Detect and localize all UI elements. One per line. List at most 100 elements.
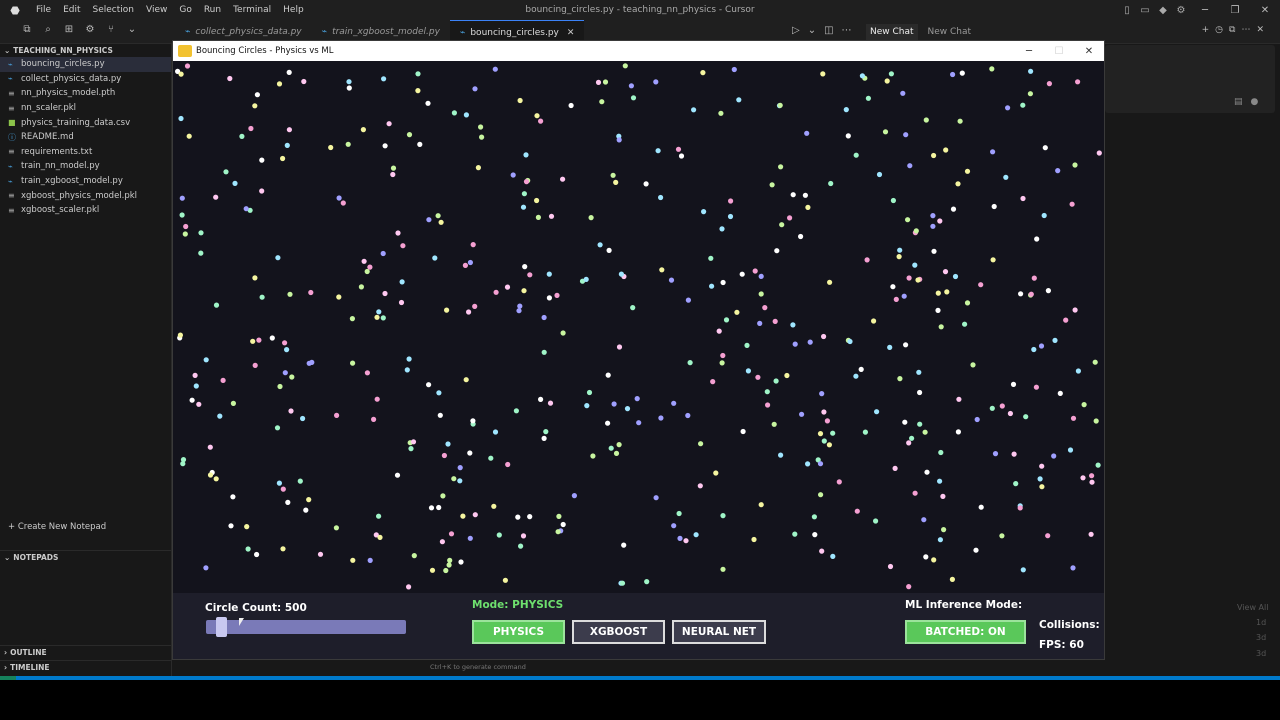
circle-count-slider[interactable]	[206, 620, 406, 634]
simulation-canvas[interactable]	[173, 61, 1104, 593]
explorer-sidebar: ⌄ TEACHING_NN_PHYSICS ⌁ bouncing_circles.…	[0, 44, 172, 676]
maximize-button[interactable]: ❐	[1220, 5, 1250, 16]
bouncing-circle	[1075, 368, 1081, 374]
close-icon[interactable]: ✕	[567, 28, 575, 38]
bouncing-circle	[374, 396, 380, 402]
timeline-section[interactable]: › TIMELINE	[0, 660, 172, 674]
source-control-icon[interactable]: ⑂	[104, 24, 118, 35]
run-icon[interactable]: ▷	[792, 25, 800, 36]
bouncing-circle	[555, 529, 561, 535]
chevron-down-icon[interactable]: ⌄	[125, 24, 139, 35]
split-editor-icon[interactable]: ◫	[824, 25, 833, 36]
file-item[interactable]: ⌁ train_xgboost_model.py	[0, 174, 171, 189]
bouncing-circle	[922, 429, 928, 435]
menu-go[interactable]: Go	[173, 5, 197, 15]
file-item[interactable]: ⓘ README.md	[0, 130, 171, 145]
bouncing-circle	[239, 133, 245, 139]
bouncing-circle	[248, 125, 254, 132]
bouncing-circle	[821, 438, 827, 444]
run-toolbar: ▷ ⌄ ◫ ⋯	[792, 25, 852, 36]
bouncing-circle	[999, 533, 1005, 539]
bouncing-circle	[386, 121, 392, 127]
tab-new-chat-active[interactable]: New Chat	[866, 24, 918, 40]
bouncing-circle	[513, 408, 519, 414]
bouncing-circle	[515, 514, 521, 520]
tab-new-chat[interactable]: New Chat	[928, 27, 972, 37]
bouncing-circle	[254, 551, 260, 558]
menu-help[interactable]: Help	[277, 5, 310, 15]
gear-icon[interactable]: ⚙	[83, 24, 97, 35]
bouncing-circle	[1093, 418, 1099, 424]
file-item[interactable]: ≡ requirements.txt	[0, 145, 171, 160]
toggle-sidebar-icon[interactable]: ▯	[1118, 5, 1136, 16]
file-item[interactable]: ⌁ collect_physics_data.py	[0, 72, 171, 87]
bouncing-circle	[435, 213, 441, 219]
create-new-notepad[interactable]: + Create New Notepad	[8, 522, 106, 532]
project-header[interactable]: ⌄ TEACHING_NN_PHYSICS	[0, 44, 171, 57]
bouncing-circle	[458, 559, 464, 565]
file-item[interactable]: ⌁ bouncing_circles.py	[0, 57, 171, 72]
python-icon: ⌁	[8, 59, 13, 69]
bouncing-circle	[274, 425, 281, 431]
minimize-button[interactable]: ─	[1190, 5, 1220, 16]
bouncing-circle	[220, 377, 226, 383]
history-icon[interactable]: ◷	[1215, 25, 1223, 35]
file-item[interactable]: ≡ nn_scaler.pkl	[0, 101, 171, 116]
create-notepad-label: Create New Notepad	[17, 522, 107, 532]
menu-selection[interactable]: Selection	[87, 5, 140, 15]
bouncing-circle	[374, 314, 380, 320]
bouncing-circle	[380, 315, 386, 321]
slider-handle[interactable]	[215, 617, 227, 637]
file-item[interactable]: ■ physics_training_data.csv	[0, 115, 171, 130]
menu-file[interactable]: File	[30, 5, 57, 15]
toggle-panel-icon[interactable]: ▭	[1136, 5, 1154, 16]
copy-icon[interactable]: ⧉	[1229, 25, 1235, 35]
close-icon[interactable]: ✕	[1256, 25, 1264, 35]
more-icon[interactable]: ⋯	[842, 25, 852, 36]
explorer-icon[interactable]: ⧉	[20, 24, 34, 35]
close-button[interactable]: ✕	[1250, 5, 1280, 16]
minimize-button[interactable]: ─	[1014, 46, 1044, 57]
python-icon: ⌁	[8, 161, 13, 171]
neural-net-button[interactable]: NEURAL NET	[672, 620, 766, 644]
bouncing-circle	[853, 373, 859, 379]
outline-section[interactable]: › OUTLINE	[0, 645, 172, 659]
file-item[interactable]: ≡ xgboost_physics_model.pkl	[0, 188, 171, 203]
menu-run[interactable]: Run	[198, 5, 227, 15]
menu-view[interactable]: View	[140, 5, 173, 15]
bouncing-circle	[819, 548, 825, 554]
xgboost-button[interactable]: XGBOOST	[572, 620, 665, 644]
batched-toggle-button[interactable]: BATCHED: ON	[905, 620, 1026, 644]
send-icon[interactable]: ●	[1251, 97, 1259, 107]
bouncing-circle	[275, 255, 281, 261]
view-all-link[interactable]: View All	[1237, 603, 1268, 612]
close-button[interactable]: ✕	[1074, 46, 1104, 57]
bouncing-circle	[1045, 288, 1051, 294]
bouncing-circle	[361, 258, 367, 264]
extension-icon[interactable]: ◆	[1154, 5, 1172, 16]
chevron-down-icon[interactable]: ⌄	[808, 25, 816, 36]
bouncing-circle	[457, 478, 463, 484]
extensions-icon[interactable]: ⊞	[62, 24, 76, 35]
file-item[interactable]: ⌁ train_nn_model.py	[0, 159, 171, 174]
bouncing-circle	[390, 171, 396, 178]
bouncing-circle	[340, 200, 346, 206]
file-item[interactable]: ≡ xgboost_scaler.pkl	[0, 203, 171, 218]
bouncing-circle	[931, 152, 937, 159]
plus-icon[interactable]: +	[1202, 25, 1210, 35]
settings-gear-icon[interactable]: ⚙	[1172, 5, 1190, 16]
menu-terminal[interactable]: Terminal	[227, 5, 277, 15]
bouncing-circle	[179, 195, 185, 201]
file-name: README.md	[21, 132, 74, 143]
bouncing-circle	[538, 118, 544, 124]
image-icon[interactable]: ▤	[1234, 97, 1243, 107]
bouncing-circle	[1041, 212, 1047, 219]
bouncing-circle	[346, 85, 352, 91]
search-icon[interactable]: ⌕	[41, 24, 55, 35]
notepads-section[interactable]: ⌄ NOTEPADS	[0, 550, 172, 564]
menu-edit[interactable]: Edit	[57, 5, 86, 15]
more-icon[interactable]: ⋯	[1241, 25, 1250, 35]
bouncing-circle	[284, 142, 290, 148]
file-item[interactable]: ≡ nn_physics_model.pth	[0, 86, 171, 101]
physics-button[interactable]: PHYSICS	[472, 620, 565, 644]
